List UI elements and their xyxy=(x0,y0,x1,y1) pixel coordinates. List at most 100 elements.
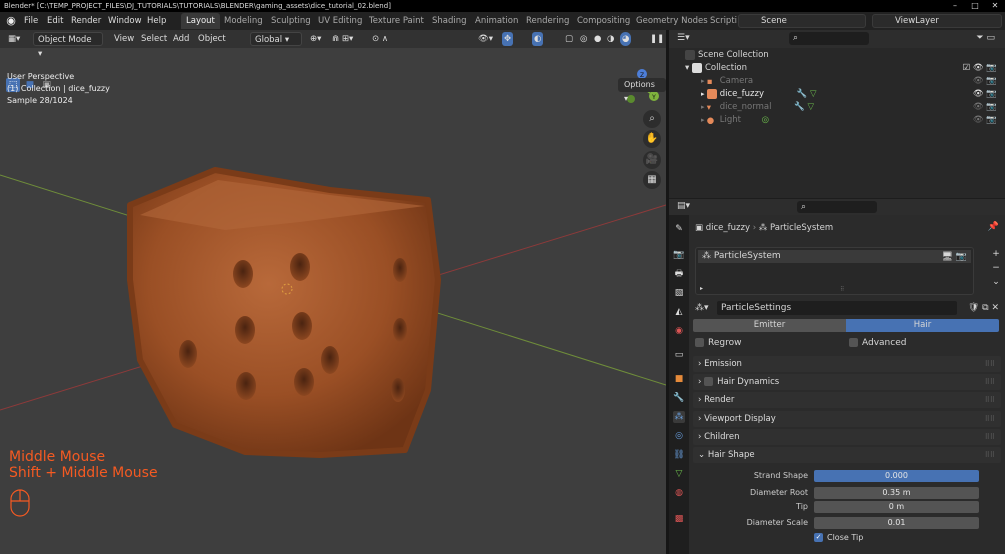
tab-uv-editing[interactable]: UV Editing xyxy=(313,13,367,29)
expand-arrow-icon[interactable]: ▾ xyxy=(685,63,692,73)
blender-logo-icon[interactable]: ◉ xyxy=(4,14,18,28)
close-tip-checkbox[interactable]: ✓ Close Tip xyxy=(814,532,863,544)
panel-hair-dynamics[interactable]: › Hair Dynamics ⠿⠿ xyxy=(693,374,1001,390)
add-button[interactable]: + xyxy=(989,247,1003,261)
tab-shading[interactable]: Shading xyxy=(427,13,472,29)
emitter-tab[interactable]: Emitter xyxy=(693,319,846,332)
hair-dynamics-check-icon[interactable] xyxy=(704,377,714,386)
menu-file[interactable]: File xyxy=(24,15,38,27)
world-tab-icon[interactable]: ◉ xyxy=(673,325,685,337)
menu-add[interactable]: Add xyxy=(173,32,189,46)
properties-editor-icon[interactable]: ▤▾ xyxy=(677,201,690,211)
diameter-root-field[interactable]: 0.35 m xyxy=(814,487,979,499)
panel-emission[interactable]: › Emission ⠿⠿ xyxy=(693,356,1001,372)
tab-animation[interactable]: Animation xyxy=(470,13,523,29)
xray-icon[interactable]: ▢ xyxy=(565,32,573,46)
collection-visibility-icons[interactable]: ☑ 👁 📷 xyxy=(963,62,997,75)
menu-render[interactable]: Render xyxy=(71,15,101,27)
view-layer-tab-icon[interactable]: ▧ xyxy=(673,287,685,299)
menu-view[interactable]: View xyxy=(114,32,134,46)
particles-tab-icon[interactable]: ⁂ xyxy=(673,411,685,423)
tab-geometry-nodes[interactable]: Geometry Nodes xyxy=(631,13,713,29)
tab-texture-paint[interactable]: Texture Paint xyxy=(364,13,429,29)
ortho-grid-icon[interactable]: ▦ xyxy=(643,171,661,189)
editor-type-icon[interactable]: ▦▾ xyxy=(8,32,20,46)
material-tab-icon[interactable]: ◍ xyxy=(673,487,685,499)
list-item-visibility-icons[interactable]: 🖥 📷 xyxy=(942,251,968,264)
3d-viewport[interactable]: Z X Y ▦▾ Object Mode ▾ View Select Add O… xyxy=(0,30,666,554)
pin-icon[interactable]: 📌 xyxy=(988,222,999,232)
overlays-toggle-icon[interactable]: ◐ xyxy=(532,32,544,46)
close-icon[interactable]: ✕ xyxy=(985,0,1005,12)
data-tab-icon[interactable]: ▽ xyxy=(673,468,685,480)
constraints-tab-icon[interactable]: ⛓ xyxy=(673,449,685,461)
outliner-search-input[interactable]: ⌕ xyxy=(789,32,869,45)
outliner-item-dice-fuzzy[interactable]: ▸ dice_fuzzy 🔧 ▽ 👁 📷 xyxy=(669,88,1005,101)
diameter-scale-field[interactable]: 0.01 xyxy=(814,517,979,529)
snap-icon[interactable]: ⋒ ⊞▾ xyxy=(332,32,353,46)
outliner-collection[interactable]: ▾ Collection ☑ 👁 📷 xyxy=(669,62,1005,75)
outliner-item-dice-normal[interactable]: ▸ ▾ dice_normal 🔧 ▽ 👁 📷 xyxy=(669,101,1005,114)
shading-wireframe-icon[interactable]: ◎ xyxy=(580,32,587,46)
settings-actions-icons[interactable]: 🛡 ⧉ ✕ xyxy=(968,301,999,315)
panel-render[interactable]: › Render ⠿⠿ xyxy=(693,392,1001,408)
physics-tab-icon[interactable]: ◎ xyxy=(673,430,685,442)
menu-object[interactable]: Object xyxy=(198,32,226,46)
tip-field[interactable]: 0 m xyxy=(814,501,979,513)
pivot-icon[interactable]: ⊕▾ xyxy=(310,32,321,46)
zoom-icon[interactable]: ⌕ xyxy=(643,110,661,128)
row-visibility-icons[interactable]: 👁 📷 xyxy=(973,114,997,127)
pause-render-icon[interactable]: ❚❚ xyxy=(650,32,664,46)
visibility-icon[interactable]: 👁▾ xyxy=(478,32,493,46)
tool-tab-icon[interactable]: ✎ xyxy=(673,223,685,235)
proportional-edit-icon[interactable]: ⊙ ∧ xyxy=(372,32,388,46)
tab-modeling[interactable]: Modeling xyxy=(219,13,268,29)
tab-sculpting[interactable]: Sculpting xyxy=(266,13,316,29)
outliner-item-light[interactable]: ▸ ● Light ◎ 👁 📷 xyxy=(669,114,1005,127)
row-visibility-icons[interactable]: 👁 📷 xyxy=(973,101,997,114)
camera-view-icon[interactable]: 🎥 xyxy=(643,151,661,169)
menu-window[interactable]: Window xyxy=(108,15,142,27)
options-dropdown[interactable]: Options ▾ xyxy=(618,78,666,103)
menu-edit[interactable]: Edit xyxy=(47,15,63,27)
object-tab-icon[interactable]: ■ xyxy=(673,373,685,385)
list-resize-grip[interactable]: ⠿ xyxy=(840,286,844,293)
row-visibility-icons[interactable]: 👁 📷 xyxy=(973,88,997,101)
tab-scripting[interactable]: Scripti xyxy=(705,13,742,29)
properties-search-input[interactable]: ⌕ xyxy=(797,201,877,213)
panel-viewport-display[interactable]: › Viewport Display ⠿⠿ xyxy=(693,411,1001,427)
collection-tab-icon[interactable]: ▭ xyxy=(673,349,685,361)
scene-selector[interactable]: Scene xyxy=(738,14,866,28)
outliner-editor-icon[interactable]: ☰▾ xyxy=(677,33,690,43)
shading-material-icon[interactable]: ◑ xyxy=(607,32,614,46)
tab-layout[interactable]: Layout xyxy=(181,13,220,29)
shading-rendered-icon[interactable]: ◕ xyxy=(620,32,632,46)
advanced-checkbox[interactable]: Advanced xyxy=(849,337,906,349)
list-item[interactable]: ⁂ ParticleSystem 🖥 📷 xyxy=(698,250,971,263)
row-visibility-icons[interactable]: 👁 📷 xyxy=(973,75,997,88)
render-tab-icon[interactable]: 📷 xyxy=(673,249,685,261)
list-expand-icon[interactable]: ▸ xyxy=(700,285,703,292)
tab-rendering[interactable]: Rendering xyxy=(521,13,574,29)
remove-button[interactable]: − xyxy=(989,261,1003,275)
view-layer-selector[interactable]: ViewLayer xyxy=(872,14,1002,28)
tab-compositing[interactable]: Compositing xyxy=(572,13,635,29)
hair-tab[interactable]: Hair xyxy=(846,319,999,332)
texture-tab-icon[interactable]: ▩ xyxy=(673,513,685,525)
regrow-checkbox[interactable]: Regrow xyxy=(695,337,741,349)
mode-dropdown[interactable]: Object Mode ▾ xyxy=(33,32,103,59)
outliner-item-camera[interactable]: ▸ ▪ Camera 👁 📷 xyxy=(669,75,1005,88)
pan-hand-icon[interactable]: ✋ xyxy=(643,130,661,148)
panel-children[interactable]: › Children ⠿⠿ xyxy=(693,429,1001,445)
output-tab-icon[interactable]: 🖶 xyxy=(673,268,685,280)
filter-icon[interactable]: ⏷ ▭ xyxy=(976,33,995,43)
modifiers-tab-icon[interactable]: 🔧 xyxy=(673,392,685,404)
strand-shape-slider[interactable]: 0.000 xyxy=(814,470,979,482)
particle-settings-field[interactable]: ParticleSettings xyxy=(717,301,957,315)
shading-solid-icon[interactable]: ● xyxy=(594,32,601,46)
more-options-icon[interactable]: ⌄ xyxy=(989,275,1003,289)
outliner-scene-collection[interactable]: Scene Collection xyxy=(669,49,1005,62)
maximize-icon[interactable]: □ xyxy=(965,0,985,12)
orientation-dropdown[interactable]: Global ▾ xyxy=(250,32,302,46)
scene-tab-icon[interactable]: ◭ xyxy=(673,306,685,318)
